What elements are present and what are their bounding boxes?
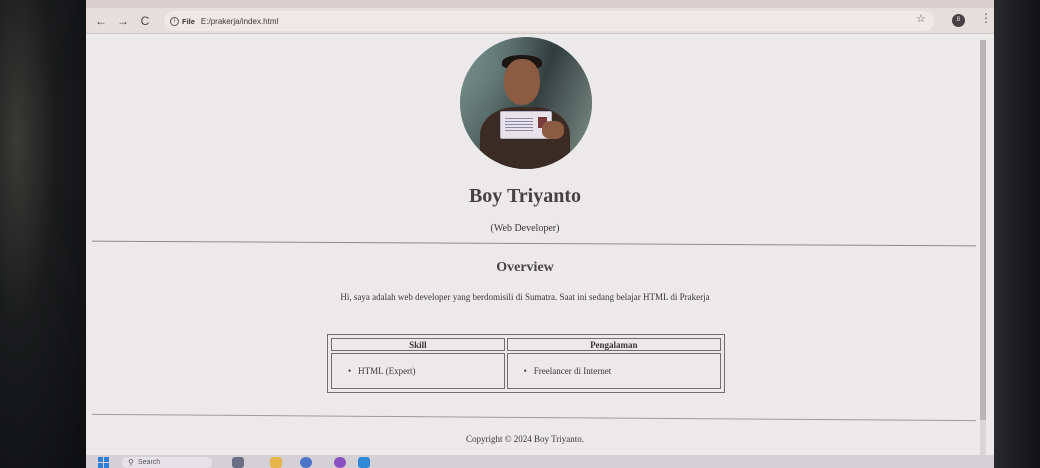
monitor-bezel-right <box>992 0 1040 468</box>
search-icon: ⚲ <box>128 458 134 467</box>
screen: ← → C i File E:/prakerja/index.html ☆ B … <box>86 0 994 468</box>
taskbar-app-icon[interactable] <box>232 457 244 468</box>
taskbar: ⚲ Search <box>86 455 994 468</box>
profile-photo <box>460 37 592 169</box>
monitor-bezel-left <box>0 0 86 468</box>
overview-heading: Overview <box>496 260 554 275</box>
forward-button[interactable]: → <box>112 10 134 32</box>
footer-copyright: Copyright © 2024 Boy Triyanto. <box>465 434 585 444</box>
bookmark-star-icon[interactable]: ☆ <box>916 12 926 25</box>
table-cell-experience: Freelancer di Internet <box>506 353 721 389</box>
url-text[interactable]: E:/prakerja/index.html <box>201 17 278 26</box>
folder-icon[interactable] <box>270 457 282 468</box>
profile-avatar[interactable]: B <box>952 14 965 27</box>
web-page: Boy Triyanto (Web Developer) Overview Hi… <box>86 35 986 455</box>
browser-icon[interactable] <box>300 457 312 468</box>
divider <box>92 240 976 247</box>
footer-divider <box>92 413 976 422</box>
file-chip: File <box>182 16 195 26</box>
page-scrollbar[interactable] <box>980 40 986 460</box>
address-bar[interactable]: i File E:/prakerja/index.html <box>164 11 934 31</box>
experience-item: Freelancer di Internet <box>524 366 612 376</box>
scrollbar-thumb[interactable] <box>980 40 986 420</box>
reload-button[interactable]: C <box>134 10 156 32</box>
profile-name: Boy Triyanto <box>468 185 582 207</box>
back-button[interactable]: ← <box>90 10 112 32</box>
skills-table: Skill Pengalaman HTML (Expert) Freelance… <box>327 334 725 393</box>
windows-start-icon[interactable] <box>98 457 110 468</box>
profile-role: (Web Developer) <box>490 223 560 234</box>
taskbar-search[interactable]: ⚲ Search <box>122 457 212 468</box>
taskbar-search-label: Search <box>138 459 161 466</box>
tab-strip <box>86 0 994 8</box>
menu-icon[interactable]: ⋮ <box>980 11 992 25</box>
skill-item: HTML (Expert) <box>348 366 416 376</box>
table-cell-skill: HTML (Expert) <box>331 353 505 389</box>
overview-paragraph: Hi, saya adalah web developer yang berdo… <box>340 292 710 302</box>
table-header-experience: Pengalaman <box>506 338 721 351</box>
info-icon[interactable]: i <box>170 16 179 26</box>
vscode-icon[interactable] <box>358 457 370 468</box>
browser-toolbar: ← → C i File E:/prakerja/index.html ☆ B … <box>86 8 994 34</box>
app-icon[interactable] <box>334 457 346 468</box>
table-header-skill: Skill <box>331 338 505 351</box>
table-row: HTML (Expert) Freelancer di Internet <box>331 353 721 389</box>
